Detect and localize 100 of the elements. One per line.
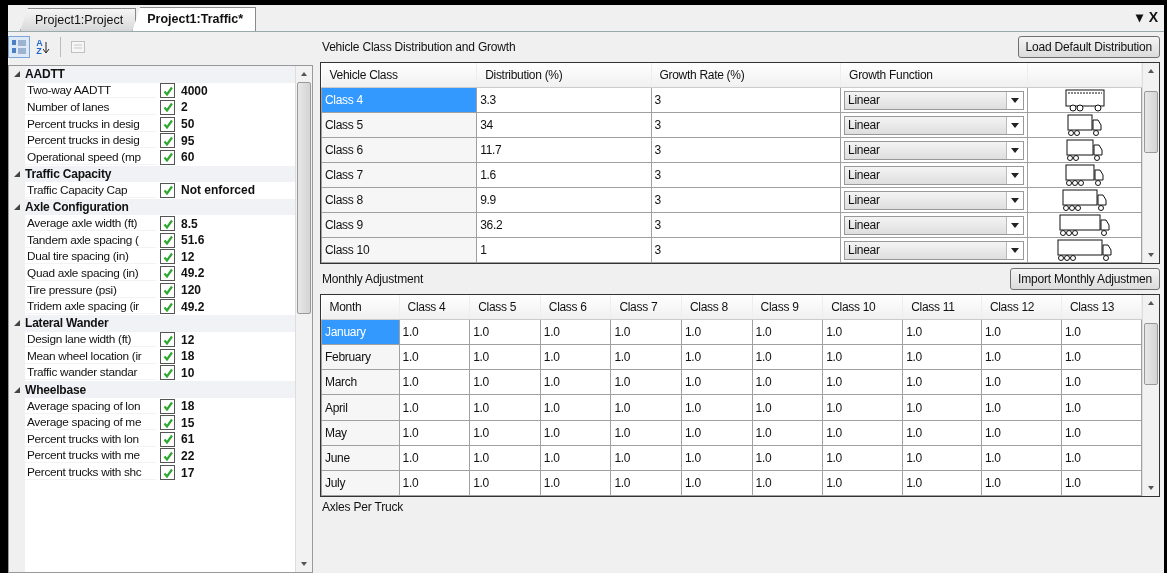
scrollbar[interactable] — [1142, 295, 1159, 496]
tab[interactable]: Project1:Project — [20, 8, 137, 31]
checkbox[interactable] — [160, 100, 175, 115]
dropdown[interactable]: Linear — [844, 165, 1025, 185]
property-value[interactable]: 49.2 — [181, 266, 205, 281]
table-cell[interactable]: 1.0 — [822, 420, 903, 446]
table-cell[interactable]: Class 7 — [321, 162, 477, 188]
table-cell[interactable]: 1.0 — [540, 319, 611, 345]
scrollbar[interactable] — [1142, 63, 1159, 263]
scroll-down-icon[interactable] — [1147, 484, 1155, 492]
scroll-down-icon[interactable] — [300, 560, 308, 568]
checkbox[interactable] — [160, 431, 175, 447]
table-cell[interactable]: 1.0 — [681, 445, 753, 471]
table-cell[interactable]: 1.0 — [902, 420, 982, 446]
table-cell[interactable]: 1.0 — [822, 344, 903, 370]
table-cell[interactable]: 3.3 — [476, 87, 651, 113]
table-cell[interactable]: 1.0 — [981, 369, 1062, 395]
property-value[interactable]: 17 — [181, 465, 195, 480]
table-cell[interactable]: 1.0 — [981, 344, 1062, 370]
table-cell[interactable]: 1.0 — [399, 319, 470, 345]
scroll-thumb[interactable] — [297, 82, 311, 314]
table-cell[interactable]: 1.0 — [469, 319, 541, 345]
table-cell[interactable]: 1.0 — [902, 470, 982, 496]
property-value[interactable]: 12 — [181, 332, 195, 347]
table-cell[interactable]: 1.0 — [1061, 420, 1142, 446]
table-cell[interactable]: 1.0 — [469, 445, 541, 471]
table-cell[interactable]: 1.0 — [469, 369, 541, 395]
checkbox[interactable] — [160, 448, 175, 464]
table-cell[interactable]: 1.0 — [822, 395, 903, 421]
table-cell[interactable]: Class 9 — [321, 212, 477, 238]
dropdown[interactable]: Linear — [844, 240, 1025, 260]
table-cell[interactable]: 1.0 — [540, 445, 611, 471]
dropdown[interactable]: Linear — [844, 215, 1025, 235]
property-value[interactable]: 18 — [181, 349, 195, 364]
table-cell[interactable]: 1.0 — [681, 369, 753, 395]
table-cell[interactable]: July — [321, 470, 400, 496]
table-cell[interactable]: 1.6 — [476, 162, 651, 188]
table-cell[interactable]: 1.0 — [681, 395, 753, 421]
sort-button[interactable]: A Z — [32, 36, 54, 58]
table-cell[interactable]: Class 5 — [321, 112, 477, 138]
collapse-icon[interactable] — [13, 203, 21, 212]
table-cell[interactable]: 1.0 — [399, 344, 470, 370]
table-cell[interactable]: 1.0 — [902, 344, 982, 370]
checkbox[interactable] — [160, 398, 175, 414]
table-cell[interactable]: 1.0 — [399, 470, 470, 496]
table-cell[interactable]: Class 10 — [321, 237, 477, 263]
table-cell[interactable]: 1.0 — [469, 395, 541, 421]
table-cell[interactable]: 1.0 — [902, 369, 982, 395]
scroll-up-icon[interactable] — [1147, 299, 1155, 307]
checkbox[interactable] — [160, 348, 175, 364]
categorized-button[interactable] — [8, 36, 30, 58]
checkbox[interactable] — [160, 133, 175, 149]
table-cell[interactable]: 1.0 — [610, 395, 682, 421]
table-cell[interactable]: 1.0 — [540, 470, 611, 496]
scroll-down-icon[interactable] — [1147, 251, 1155, 259]
checkbox[interactable] — [160, 83, 175, 99]
property-value[interactable]: 49.2 — [181, 299, 205, 314]
table-cell[interactable]: 1.0 — [681, 319, 753, 345]
dropdown[interactable]: Linear — [844, 90, 1025, 110]
table-cell[interactable]: 1.0 — [902, 445, 982, 471]
checkbox[interactable] — [160, 265, 175, 281]
checkbox[interactable] — [160, 465, 175, 481]
table-cell[interactable]: 1.0 — [399, 369, 470, 395]
property-value[interactable]: 10 — [181, 366, 195, 380]
table-cell[interactable]: 3 — [651, 162, 841, 188]
table-cell[interactable]: 3 — [651, 212, 841, 238]
checkbox[interactable] — [160, 249, 175, 265]
table-cell[interactable]: 3 — [651, 87, 841, 113]
table-cell[interactable]: 1.0 — [681, 470, 753, 496]
table-cell[interactable]: 1.0 — [610, 445, 682, 471]
checkbox[interactable] — [160, 365, 175, 381]
import-button[interactable]: Import Monthly Adjustmen — [1010, 268, 1160, 290]
table-cell[interactable]: 1.0 — [752, 395, 823, 421]
property-value[interactable]: 15 — [181, 415, 195, 430]
property-value[interactable]: 120 — [181, 283, 202, 297]
table-cell[interactable]: 1.0 — [981, 470, 1062, 496]
checkbox[interactable] — [160, 415, 175, 431]
tab[interactable]: Project1:Traffic* — [132, 7, 257, 31]
table-cell[interactable]: 1.0 — [981, 445, 1062, 471]
table-cell[interactable]: 1.0 — [610, 369, 682, 395]
checkbox[interactable] — [160, 282, 175, 298]
table-cell[interactable]: February — [321, 344, 400, 370]
table-cell[interactable]: 1.0 — [822, 445, 903, 471]
collapse-icon[interactable] — [13, 169, 21, 178]
table-cell[interactable]: 1.0 — [1061, 369, 1142, 395]
table-cell[interactable]: 3 — [651, 137, 841, 163]
table-cell[interactable]: 1.0 — [469, 344, 541, 370]
scroll-thumb[interactable] — [1144, 91, 1158, 153]
property-value[interactable]: 22 — [181, 448, 195, 463]
table-cell[interactable]: 1.0 — [399, 395, 470, 421]
table-cell[interactable]: 1.0 — [752, 344, 823, 370]
property-value[interactable]: 51.6 — [181, 233, 205, 248]
table-cell[interactable]: 1.0 — [822, 470, 903, 496]
menu-dropdown-button[interactable]: ▾ — [1135, 9, 1143, 25]
table-cell[interactable]: March — [321, 369, 400, 395]
table-cell[interactable]: 1.0 — [469, 420, 541, 446]
close-button[interactable]: X — [1148, 9, 1158, 25]
table-cell[interactable]: 1.0 — [681, 344, 753, 370]
table-cell[interactable]: 1.0 — [540, 420, 611, 446]
property-value[interactable]: 8.5 — [181, 216, 198, 231]
